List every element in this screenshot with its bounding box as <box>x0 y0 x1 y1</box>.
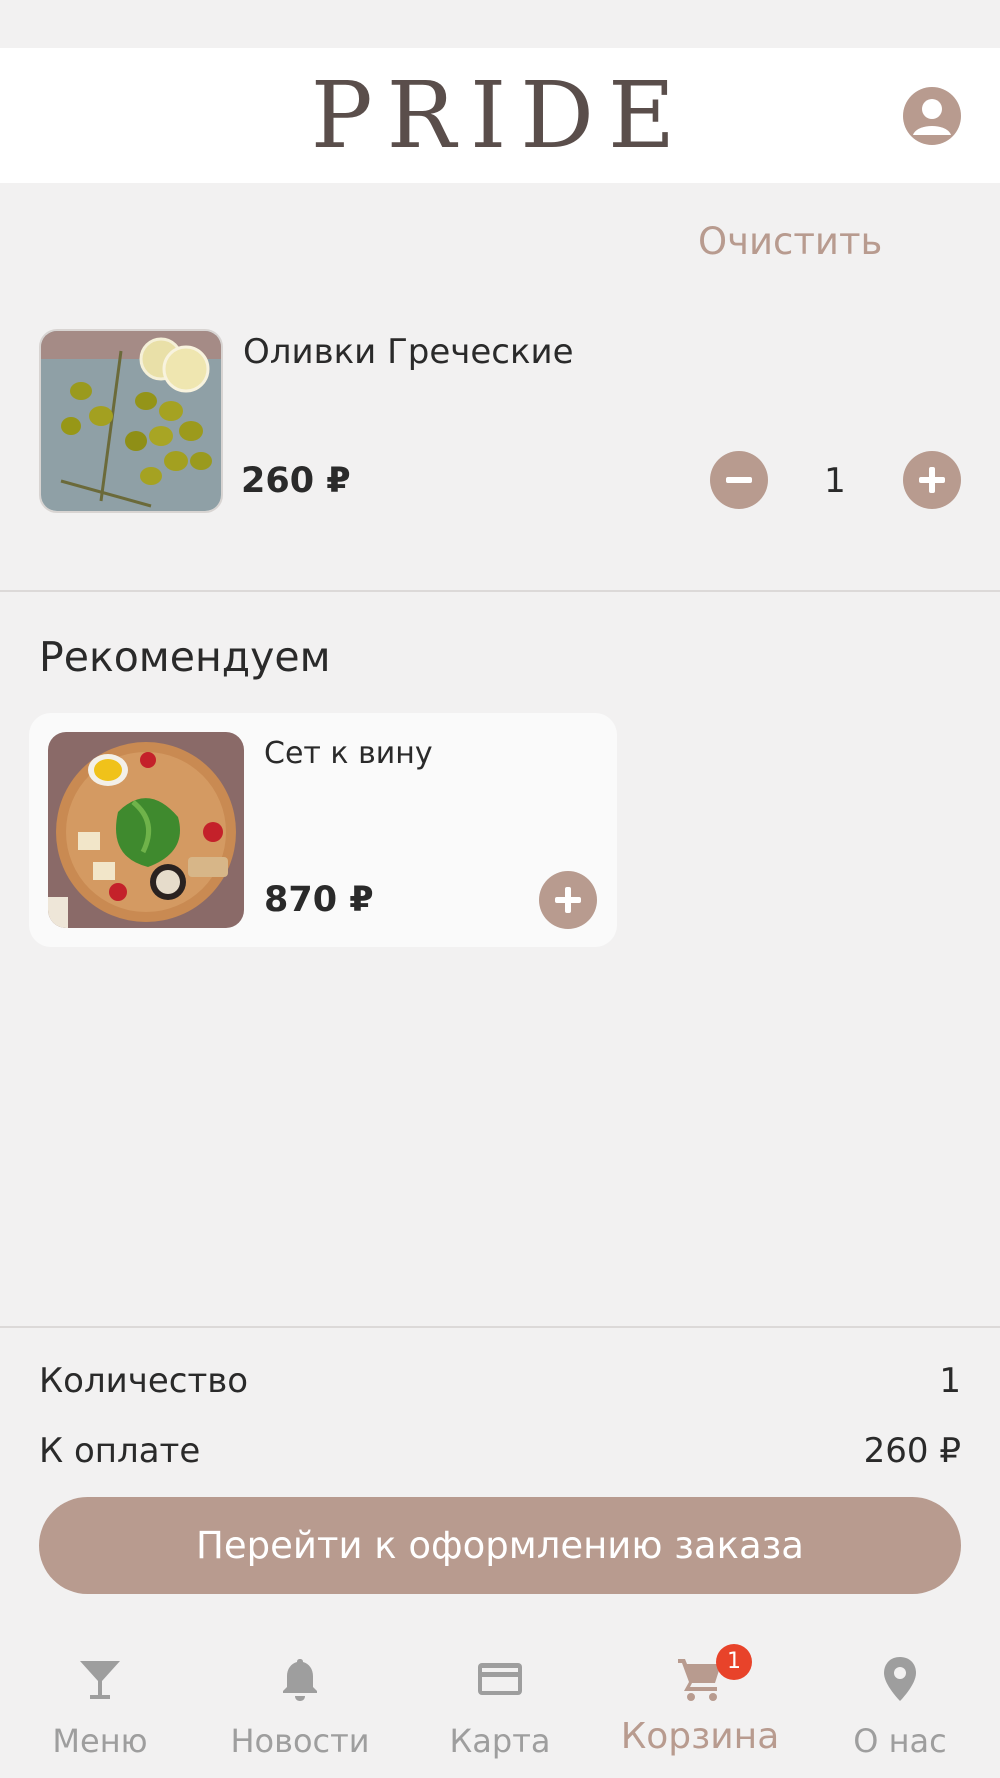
quantity-summary-row: Количество 1 <box>39 1361 961 1401</box>
plus-icon <box>919 467 945 493</box>
minus-icon <box>726 477 752 483</box>
add-to-cart-button[interactable] <box>539 871 597 929</box>
tab-about-label: О нас <box>853 1722 947 1760</box>
status-bar <box>0 0 1000 48</box>
recommend-item-name: Сет к вину <box>264 736 433 771</box>
cocktail-glass-icon <box>76 1655 124 1703</box>
bottom-tab-bar: Меню Новости Карта 1 Корзина О нас <box>0 1632 1000 1778</box>
quantity-value: 1 <box>824 461 846 501</box>
tab-news-label: Новости <box>230 1722 370 1760</box>
tab-card[interactable]: Карта <box>400 1632 600 1778</box>
total-summary-row: К оплате 260 ₽ <box>39 1431 961 1471</box>
tab-menu-label: Меню <box>52 1722 148 1760</box>
tab-menu[interactable]: Меню <box>0 1632 200 1778</box>
account-circle-icon <box>913 99 951 135</box>
divider <box>0 590 1000 592</box>
recommend-item-price: 870 ₽ <box>264 880 374 920</box>
checkout-button[interactable]: Перейти к оформлению заказа <box>39 1497 961 1594</box>
tab-card-label: Карта <box>449 1722 551 1760</box>
app-header: PRIDE <box>0 48 1000 183</box>
increase-quantity-button[interactable] <box>903 451 961 509</box>
cart-item-image <box>39 329 223 513</box>
recommend-item-image <box>48 732 244 928</box>
recommend-title: Рекомендуем <box>39 633 331 681</box>
location-pin-icon <box>876 1655 924 1703</box>
divider <box>0 1326 1000 1328</box>
brand-logo: PRIDE <box>310 62 690 169</box>
cart-count-badge: 1 <box>716 1644 752 1680</box>
cart-item-price: 260 ₽ <box>241 461 351 501</box>
decrease-quantity-button[interactable] <box>710 451 768 509</box>
tab-about[interactable]: О нас <box>800 1632 1000 1778</box>
cart-item-name: Оливки Греческие <box>243 332 574 372</box>
profile-button[interactable] <box>903 87 961 145</box>
total-summary-value: 260 ₽ <box>863 1431 961 1471</box>
clear-cart-button[interactable]: Очистить <box>698 220 882 263</box>
recommend-card[interactable]: Сет к вину 870 ₽ <box>29 713 617 947</box>
tab-cart[interactable]: 1 Корзина <box>600 1632 800 1778</box>
tab-news[interactable]: Новости <box>200 1632 400 1778</box>
tab-cart-label: Корзина <box>620 1716 780 1757</box>
quantity-summary-label: Количество <box>39 1361 249 1401</box>
total-summary-label: К оплате <box>39 1431 201 1471</box>
credit-card-icon <box>476 1655 524 1703</box>
plus-icon <box>555 887 581 913</box>
quantity-summary-value: 1 <box>939 1361 961 1401</box>
bell-icon <box>276 1655 324 1703</box>
